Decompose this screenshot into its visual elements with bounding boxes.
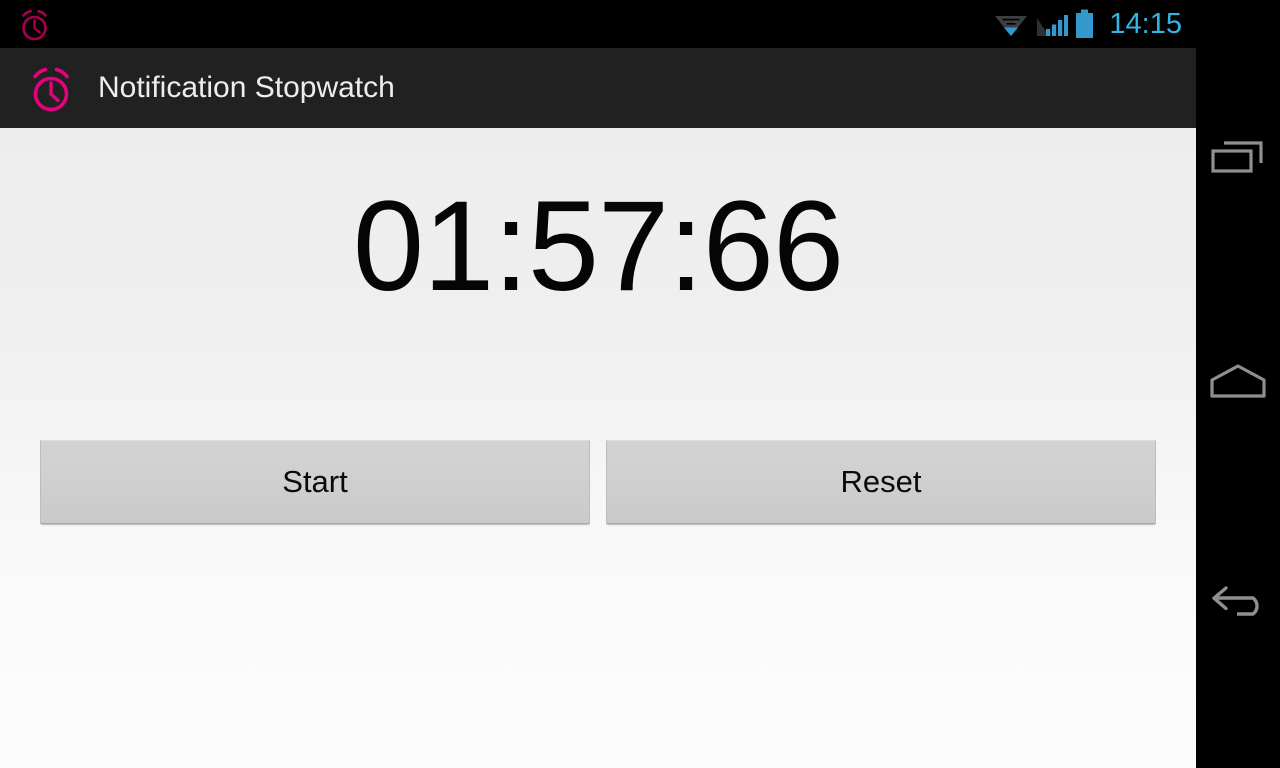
android-screen: 14:15 Notification Stopwatch 01:57:66 St… <box>0 0 1280 768</box>
status-bar-icons: 14:15 <box>993 0 1182 48</box>
main-content: 01:57:66 Start Reset <box>0 128 1196 768</box>
home-icon <box>1210 364 1266 398</box>
reset-button[interactable]: Reset <box>606 440 1156 524</box>
start-button[interactable]: Start <box>40 440 590 524</box>
device-display-area: 14:15 Notification Stopwatch 01:57:66 St… <box>0 0 1196 768</box>
recents-icon <box>1211 141 1263 173</box>
cellular-signal-icon <box>1037 14 1069 36</box>
back-button[interactable] <box>1196 562 1280 646</box>
status-bar-clock: 14:15 <box>1109 8 1182 40</box>
back-arrow-icon <box>1212 586 1259 616</box>
navigation-bar <box>1196 0 1280 768</box>
stopwatch-controls: Start Reset <box>40 440 1156 524</box>
page-title: Notification Stopwatch <box>98 71 395 104</box>
stopwatch-time-display: 01:57:66 <box>352 175 844 318</box>
wifi-icon <box>995 15 1028 36</box>
alarm-clock-icon <box>33 67 69 112</box>
recents-button[interactable] <box>1196 118 1280 202</box>
status-bar: 14:15 <box>0 0 1196 48</box>
battery-full-icon <box>1076 9 1094 38</box>
action-bar: Notification Stopwatch <box>0 48 1196 128</box>
alarm-clock-icon <box>22 9 47 41</box>
home-button[interactable] <box>1196 340 1280 424</box>
